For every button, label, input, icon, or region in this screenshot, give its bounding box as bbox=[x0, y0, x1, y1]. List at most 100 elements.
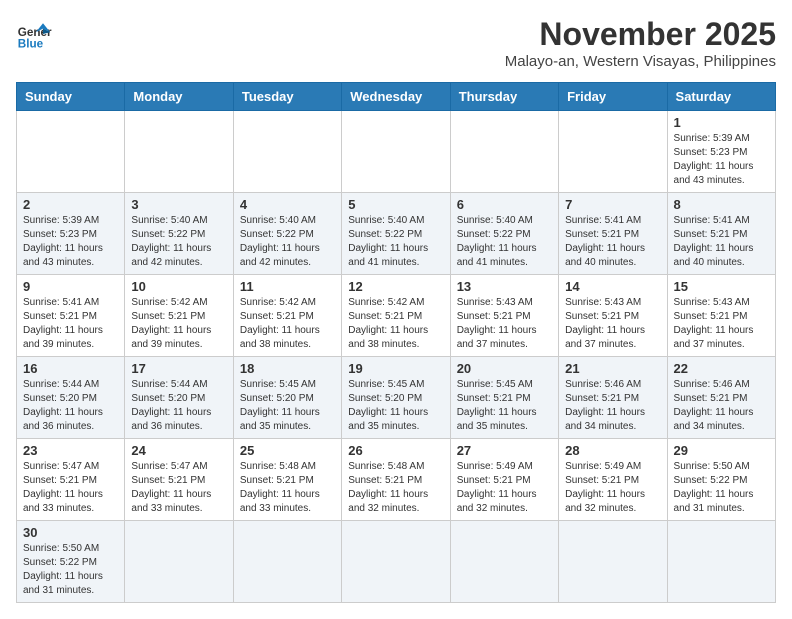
day-info: Sunrise: 5:39 AMSunset: 5:23 PMDaylight:… bbox=[674, 132, 769, 188]
calendar-cell bbox=[342, 111, 450, 193]
day-number: 7 bbox=[565, 197, 660, 212]
calendar-cell: 29 Sunrise: 5:50 AMSunset: 5:22 PMDayligh… bbox=[667, 439, 775, 521]
calendar-cell: 25 Sunrise: 5:48 AMSunset: 5:21 PMDayligh… bbox=[233, 439, 341, 521]
calendar-cell: 30 Sunrise: 5:50 AMSunset: 5:22 PMDayligh… bbox=[17, 521, 125, 603]
day-number: 8 bbox=[674, 197, 769, 212]
day-number: 13 bbox=[457, 279, 552, 294]
day-info: Sunrise: 5:50 AMSunset: 5:22 PMDaylight:… bbox=[674, 460, 769, 516]
day-number: 3 bbox=[131, 197, 226, 212]
calendar-cell bbox=[450, 521, 558, 603]
day-number: 30 bbox=[23, 525, 118, 540]
day-info: Sunrise: 5:45 AMSunset: 5:21 PMDaylight:… bbox=[457, 378, 552, 434]
day-number: 21 bbox=[565, 361, 660, 376]
calendar-cell bbox=[559, 521, 667, 603]
day-info: Sunrise: 5:48 AMSunset: 5:21 PMDaylight:… bbox=[348, 460, 443, 516]
calendar-cell: 10Sunrise: 5:42 AMSunset: 5:21 PMDayligh… bbox=[125, 275, 233, 357]
location-title: Malayo-an, Western Visayas, Philippines bbox=[505, 53, 776, 70]
day-number: 6 bbox=[457, 197, 552, 212]
calendar-cell bbox=[233, 111, 341, 193]
day-info: Sunrise: 5:44 AMSunset: 5:20 PMDaylight:… bbox=[131, 378, 226, 434]
calendar-cell: 26 Sunrise: 5:48 AMSunset: 5:21 PMDayligh… bbox=[342, 439, 450, 521]
day-info: Sunrise: 5:49 AMSunset: 5:21 PMDaylight:… bbox=[457, 460, 552, 516]
calendar-cell: 21Sunrise: 5:46 AMSunset: 5:21 PMDayligh… bbox=[559, 357, 667, 439]
day-info: Sunrise: 5:40 AMSunset: 5:22 PMDaylight:… bbox=[457, 214, 552, 270]
day-info: Sunrise: 5:49 AMSunset: 5:21 PMDaylight:… bbox=[565, 460, 660, 516]
calendar-week-row: 2Sunrise: 5:39 AMSunset: 5:23 PMDaylight… bbox=[17, 193, 776, 275]
day-number: 27 bbox=[457, 443, 552, 458]
day-info: Sunrise: 5:42 AMSunset: 5:21 PMDaylight:… bbox=[240, 296, 335, 352]
column-header-thursday: Thursday bbox=[450, 83, 558, 111]
day-number: 25 bbox=[240, 443, 335, 458]
calendar-cell: 6 Sunrise: 5:40 AMSunset: 5:22 PMDaylight… bbox=[450, 193, 558, 275]
calendar-cell: 23Sunrise: 5:47 AMSunset: 5:21 PMDayligh… bbox=[17, 439, 125, 521]
day-number: 12 bbox=[348, 279, 443, 294]
day-info: Sunrise: 5:46 AMSunset: 5:21 PMDaylight:… bbox=[674, 378, 769, 434]
day-number: 4 bbox=[240, 197, 335, 212]
day-info: Sunrise: 5:41 AMSunset: 5:21 PMDaylight:… bbox=[565, 214, 660, 270]
day-info: Sunrise: 5:48 AMSunset: 5:21 PMDaylight:… bbox=[240, 460, 335, 516]
column-header-friday: Friday bbox=[559, 83, 667, 111]
calendar-cell: 27 Sunrise: 5:49 AMSunset: 5:21 PMDayligh… bbox=[450, 439, 558, 521]
day-number: 15 bbox=[674, 279, 769, 294]
column-header-monday: Monday bbox=[125, 83, 233, 111]
calendar-cell bbox=[233, 521, 341, 603]
day-info: Sunrise: 5:47 AMSunset: 5:21 PMDaylight:… bbox=[23, 460, 118, 516]
calendar-cell: 4 Sunrise: 5:40 AMSunset: 5:22 PMDaylight… bbox=[233, 193, 341, 275]
calendar-cell: 11 Sunrise: 5:42 AMSunset: 5:21 PMDayligh… bbox=[233, 275, 341, 357]
column-header-wednesday: Wednesday bbox=[342, 83, 450, 111]
calendar-cell: 16Sunrise: 5:44 AMSunset: 5:20 PMDayligh… bbox=[17, 357, 125, 439]
page-header: General Blue November 2025 Malayo-an, We… bbox=[16, 16, 776, 70]
calendar-cell: 24Sunrise: 5:47 AMSunset: 5:21 PMDayligh… bbox=[125, 439, 233, 521]
day-number: 29 bbox=[674, 443, 769, 458]
calendar-cell bbox=[342, 521, 450, 603]
day-info: Sunrise: 5:43 AMSunset: 5:21 PMDaylight:… bbox=[565, 296, 660, 352]
calendar-cell: 8 Sunrise: 5:41 AMSunset: 5:21 PMDaylight… bbox=[667, 193, 775, 275]
calendar-cell bbox=[17, 111, 125, 193]
calendar-cell: 15 Sunrise: 5:43 AMSunset: 5:21 PMDayligh… bbox=[667, 275, 775, 357]
day-number: 10 bbox=[131, 279, 226, 294]
day-info: Sunrise: 5:45 AMSunset: 5:20 PMDaylight:… bbox=[348, 378, 443, 434]
day-info: Sunrise: 5:50 AMSunset: 5:22 PMDaylight:… bbox=[23, 542, 118, 598]
day-info: Sunrise: 5:43 AMSunset: 5:21 PMDaylight:… bbox=[457, 296, 552, 352]
day-number: 26 bbox=[348, 443, 443, 458]
calendar-cell: 19 Sunrise: 5:45 AMSunset: 5:20 PMDayligh… bbox=[342, 357, 450, 439]
day-info: Sunrise: 5:42 AMSunset: 5:21 PMDaylight:… bbox=[348, 296, 443, 352]
calendar-cell bbox=[559, 111, 667, 193]
day-number: 1 bbox=[674, 115, 769, 130]
calendar-header-row: SundayMondayTuesdayWednesdayThursdayFrid… bbox=[17, 83, 776, 111]
calendar-week-row: 23Sunrise: 5:47 AMSunset: 5:21 PMDayligh… bbox=[17, 439, 776, 521]
title-area: November 2025 Malayo-an, Western Visayas… bbox=[505, 16, 776, 70]
day-number: 16 bbox=[23, 361, 118, 376]
calendar-cell: 5 Sunrise: 5:40 AMSunset: 5:22 PMDaylight… bbox=[342, 193, 450, 275]
calendar-cell: 13 Sunrise: 5:43 AMSunset: 5:21 PMDayligh… bbox=[450, 275, 558, 357]
day-info: Sunrise: 5:41 AMSunset: 5:21 PMDaylight:… bbox=[674, 214, 769, 270]
day-info: Sunrise: 5:40 AMSunset: 5:22 PMDaylight:… bbox=[348, 214, 443, 270]
calendar-cell: 12 Sunrise: 5:42 AMSunset: 5:21 PMDayligh… bbox=[342, 275, 450, 357]
calendar-cell: 18Sunrise: 5:45 AMSunset: 5:20 PMDayligh… bbox=[233, 357, 341, 439]
day-number: 28 bbox=[565, 443, 660, 458]
column-header-tuesday: Tuesday bbox=[233, 83, 341, 111]
day-number: 5 bbox=[348, 197, 443, 212]
day-info: Sunrise: 5:45 AMSunset: 5:20 PMDaylight:… bbox=[240, 378, 335, 434]
calendar-cell: 3Sunrise: 5:40 AMSunset: 5:22 PMDaylight… bbox=[125, 193, 233, 275]
calendar-cell bbox=[125, 111, 233, 193]
logo: General Blue bbox=[16, 16, 52, 52]
month-title: November 2025 bbox=[505, 16, 776, 53]
column-header-sunday: Sunday bbox=[17, 83, 125, 111]
day-number: 11 bbox=[240, 279, 335, 294]
column-header-saturday: Saturday bbox=[667, 83, 775, 111]
calendar-cell: 9Sunrise: 5:41 AMSunset: 5:21 PMDaylight… bbox=[17, 275, 125, 357]
calendar-week-row: 16 Sunrise: 5:44 AMSunset: 5:20 PMDayligh… bbox=[17, 357, 776, 439]
calendar-cell: 2Sunrise: 5:39 AMSunset: 5:23 PMDaylight… bbox=[17, 193, 125, 275]
day-number: 14 bbox=[565, 279, 660, 294]
day-number: 19 bbox=[348, 361, 443, 376]
calendar-cell: 17Sunrise: 5:44 AMSunset: 5:20 PMDayligh… bbox=[125, 357, 233, 439]
day-info: Sunrise: 5:47 AMSunset: 5:21 PMDaylight:… bbox=[131, 460, 226, 516]
calendar-cell bbox=[450, 111, 558, 193]
day-number: 9 bbox=[23, 279, 118, 294]
calendar-cell: 20Sunrise: 5:45 AMSunset: 5:21 PMDayligh… bbox=[450, 357, 558, 439]
day-info: Sunrise: 5:40 AMSunset: 5:22 PMDaylight:… bbox=[240, 214, 335, 270]
day-info: Sunrise: 5:43 AMSunset: 5:21 PMDaylight:… bbox=[674, 296, 769, 352]
calendar-cell bbox=[125, 521, 233, 603]
calendar-cell: 28 Sunrise: 5:49 AMSunset: 5:21 PMDayligh… bbox=[559, 439, 667, 521]
